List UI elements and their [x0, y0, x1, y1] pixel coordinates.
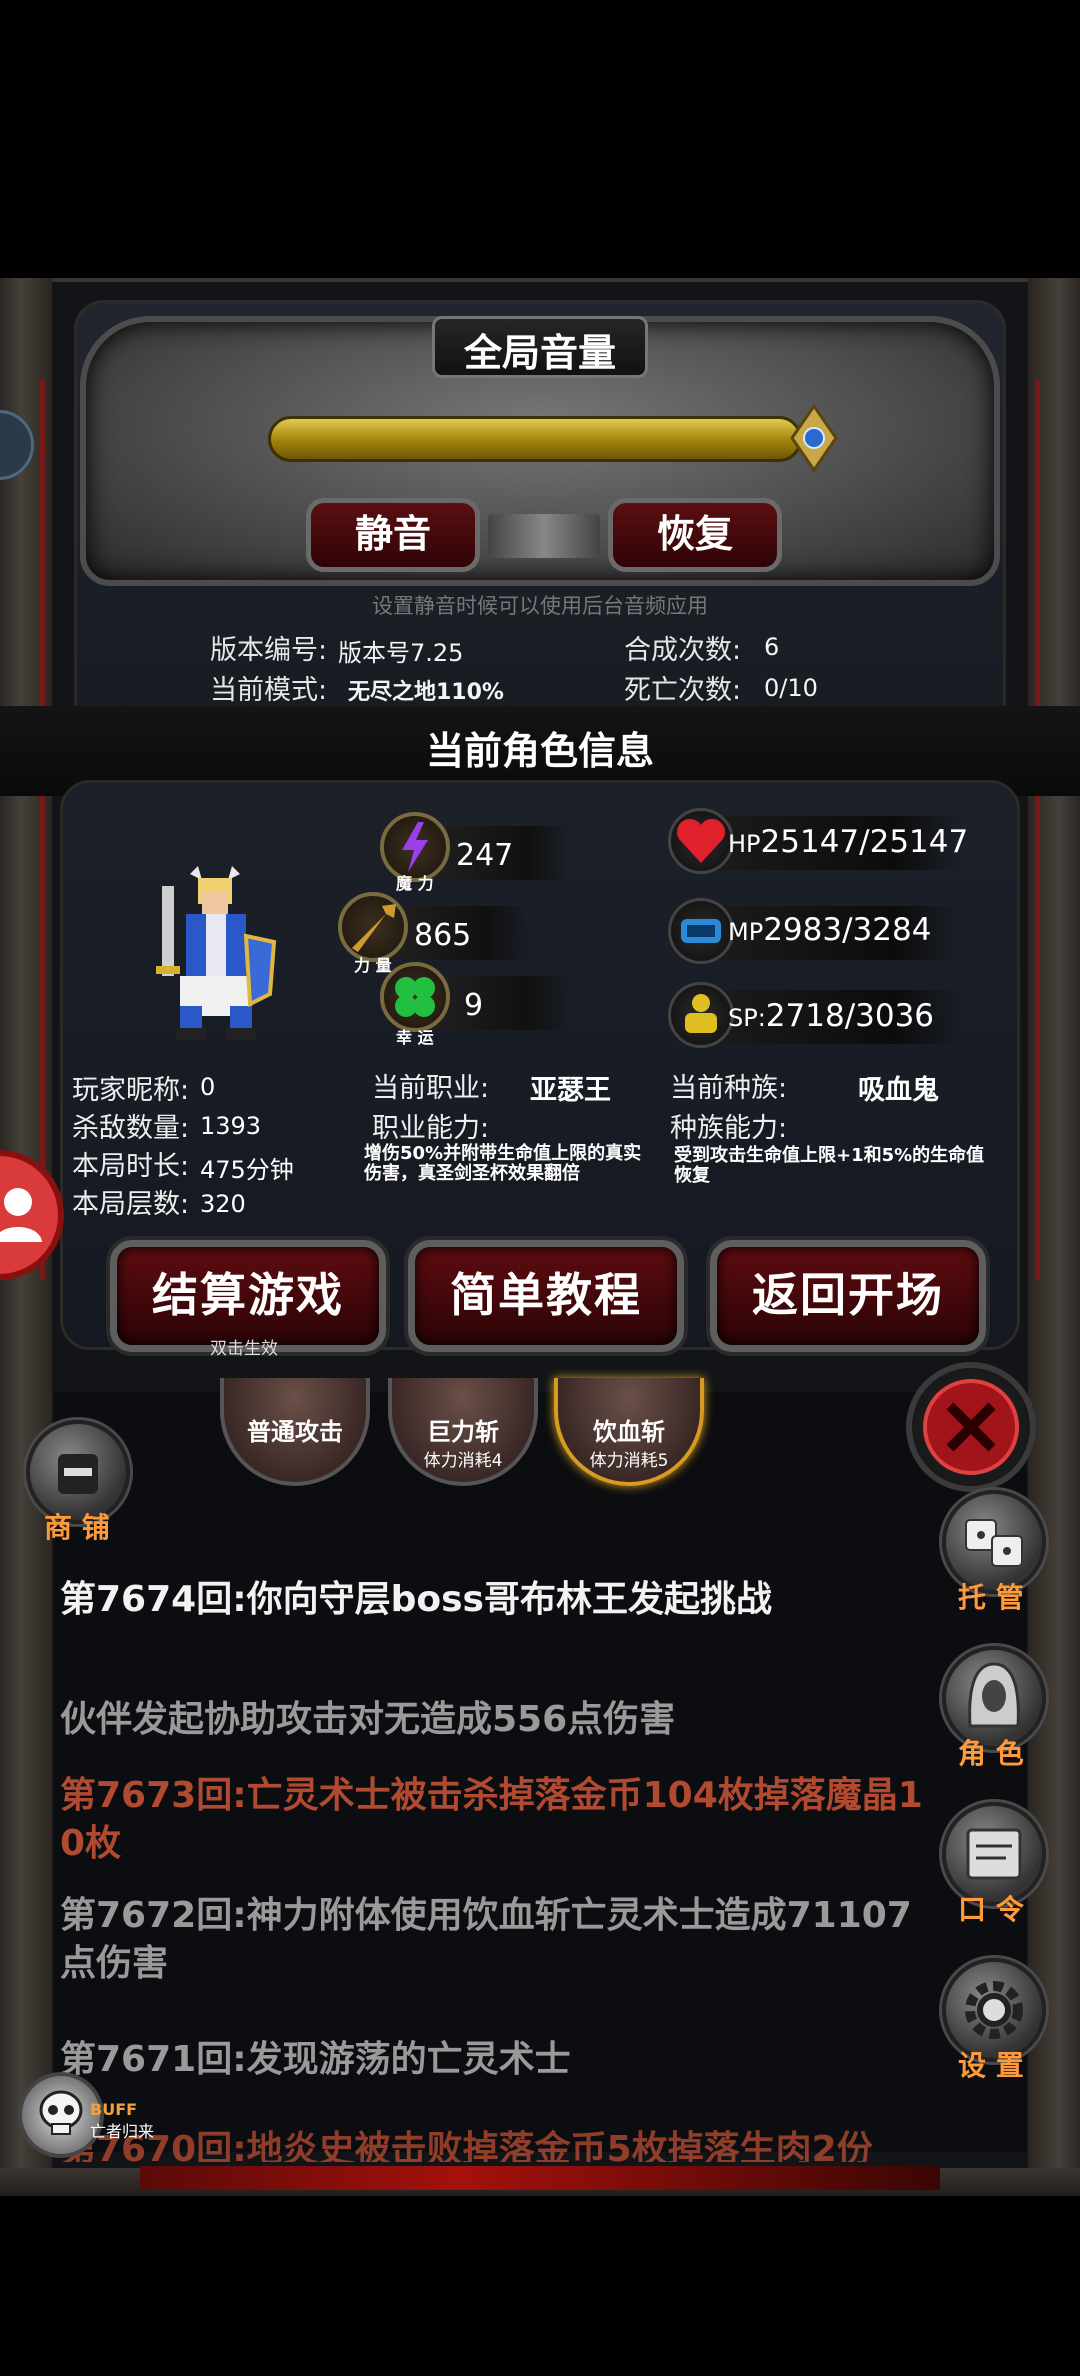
buff-label: BUFF	[90, 2100, 138, 2119]
hp-readout: HP25147/25147	[728, 824, 968, 860]
sp-readout: SP:2718/3036	[728, 998, 934, 1034]
nickname-label: 玩家昵称:	[72, 1075, 190, 1106]
death-value: 0/10	[764, 674, 818, 702]
skill-blood-slash-cost: 体力消耗5	[589, 1451, 669, 1471]
race-label: 当前种族:	[670, 1073, 788, 1104]
duration-value: 475分钟	[200, 1156, 294, 1184]
log-line: 第7672回:神力附体使用饮血斩亡灵术士造成71107	[60, 1895, 912, 1936]
log-line: 点伤害	[60, 1943, 169, 1984]
clover-icon	[380, 962, 450, 1032]
mode-value: 无尽之地110%	[348, 680, 504, 705]
buff-name: 亡者归来	[90, 2122, 155, 2141]
sp-value: 2718/3036	[765, 998, 935, 1034]
stamina-icon	[668, 982, 734, 1048]
craft-label: 合成次数:	[624, 635, 742, 666]
button-divider-ornament	[488, 514, 600, 558]
job-label: 当前职业:	[372, 1073, 490, 1104]
volume-title: 全局音量	[463, 331, 616, 375]
log-line: 第7673回:亡灵术士被击杀掉落金币104枚掉落魔晶1	[60, 1775, 923, 1816]
skill-normal-attack-label: 普通攻击	[247, 1418, 343, 1446]
mana-icon	[668, 898, 734, 964]
mp-value: 2983/3284	[763, 912, 932, 948]
skill-mighty-slash-cost: 体力消耗4	[423, 1451, 503, 1471]
status-area	[0, 0, 1080, 278]
hp-value: 25147/25147	[760, 824, 969, 860]
mode-label: 当前模式:	[210, 675, 328, 706]
magic-value: 247	[456, 838, 514, 873]
job-ability-desc: 增伤50%并附带生命值上限的真实伤害，真圣剑圣杯效果翻倍	[364, 1143, 642, 1184]
kills-label: 杀敌数量:	[72, 1113, 190, 1144]
log-line: 伙伴发起协助攻击对无造成556点伤害	[60, 1699, 676, 1740]
role-label: 角 色	[958, 1737, 1024, 1770]
character-section-title: 当前角色信息	[425, 729, 654, 773]
magic-caption: 魔 力	[396, 874, 434, 893]
user-icon	[0, 1188, 42, 1242]
skill-mighty-slash-label: 巨力斩	[427, 1418, 499, 1446]
return-start-button[interactable]: 返回开场	[710, 1240, 986, 1352]
skill-blood-slash-label: 饮血斩	[593, 1418, 665, 1446]
code-label: 口 令	[958, 1893, 1024, 1926]
hp-label: HP	[728, 830, 761, 858]
log-line: 第7671回:发现游荡的亡灵术士	[60, 2039, 571, 2080]
nickname-value: 0	[200, 1073, 216, 1101]
tutorial-button[interactable]: 简单教程	[408, 1240, 684, 1352]
settle-game-hint: 双击生效	[210, 1339, 278, 1359]
version-value: 版本号7.25	[338, 639, 464, 667]
floors-label: 本局层数:	[72, 1189, 190, 1220]
duration-label: 本局时长:	[72, 1151, 190, 1182]
character-sprite	[156, 866, 277, 1040]
floors-value: 320	[200, 1190, 246, 1218]
mute-button[interactable]: 静音	[306, 498, 480, 572]
log-line: 0枚	[60, 1823, 122, 1864]
mute-hint: 设置静音时候可以使用后台音频应用	[372, 594, 708, 618]
race-ability-desc: 受到攻击生命值上限+1和5%的生命值恢复	[674, 1145, 985, 1186]
luck-caption: 幸 运	[396, 1028, 434, 1047]
luck-bar	[430, 976, 570, 1030]
sp-label: SP:	[728, 1004, 766, 1032]
volume-slider-handle[interactable]	[788, 404, 840, 472]
settings-label: 设 置	[958, 2049, 1024, 2082]
job-value: 亚瑟王	[530, 1075, 611, 1106]
death-label: 死亡次数:	[624, 675, 742, 706]
auto-play-label: 托 管	[958, 1581, 1024, 1614]
strength-value: 865	[414, 918, 472, 953]
luck-value: 9	[464, 988, 484, 1023]
mp-label: MP	[728, 918, 764, 946]
restore-button[interactable]: 恢复	[608, 498, 782, 572]
craft-value: 6	[764, 633, 780, 661]
frame-red-trim-right	[1035, 380, 1040, 1280]
race-value: 吸血鬼	[858, 1075, 939, 1106]
version-label: 版本编号:	[210, 635, 328, 666]
frame-red-trim-left	[40, 380, 45, 1280]
job-ability-label: 职业能力:	[372, 1113, 490, 1144]
heart-icon	[668, 808, 734, 874]
log-line: 第7670回:地炎史被击败掉落金币5枚掉落生肉2份	[60, 2129, 873, 2162]
close-button[interactable]	[906, 1362, 1036, 1492]
volume-slider[interactable]	[268, 416, 802, 462]
floating-avatar-button[interactable]	[0, 1150, 64, 1280]
bottom-red-bar	[140, 2166, 940, 2190]
kills-value: 1393	[200, 1112, 262, 1140]
skull-icon	[39, 2090, 83, 2135]
log-line: 第7674回:你向守层boss哥布林王发起挑战	[60, 1579, 772, 1620]
navigation-area	[0, 2196, 1080, 2376]
shop-label: 商 铺	[44, 1511, 110, 1544]
mp-readout: MP2983/3284	[728, 912, 931, 948]
race-ability-label: 种族能力:	[670, 1113, 788, 1144]
